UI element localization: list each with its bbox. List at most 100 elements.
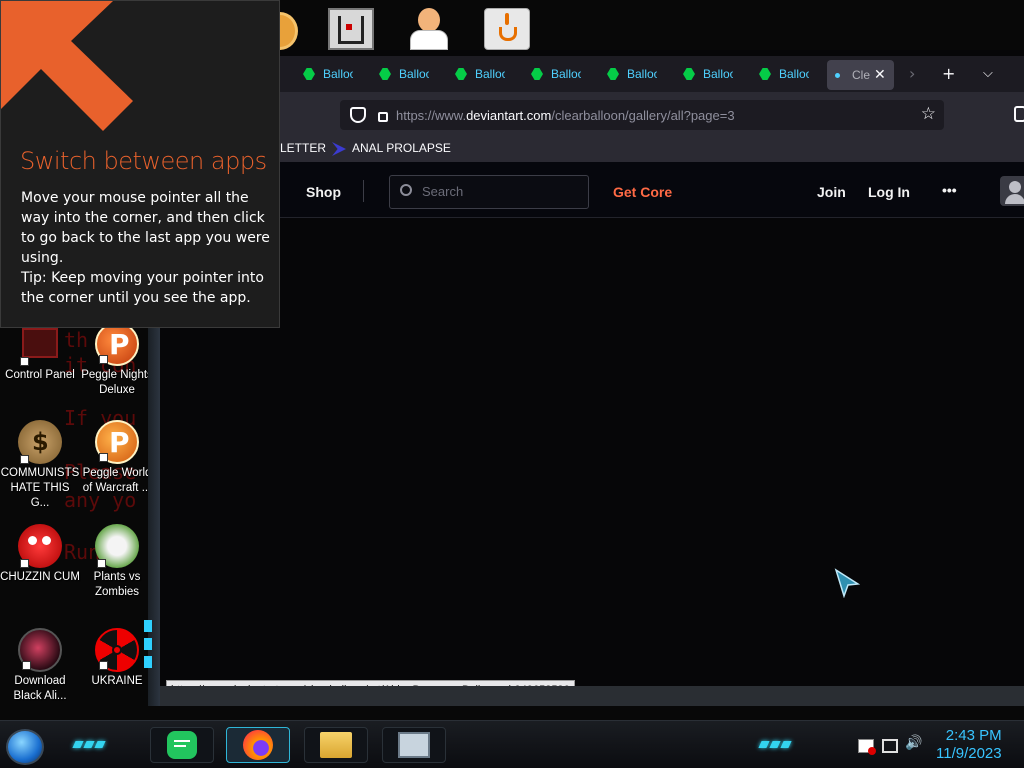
desktop-icon-peggle-nights[interactable]: P Peggle Nights Deluxe <box>77 322 157 398</box>
desktop-icon-label: COMMUNISTS HATE THIS G... <box>0 467 80 509</box>
java-icon[interactable] <box>484 8 530 50</box>
plants-vs-zombies-icon <box>95 524 139 568</box>
get-core-link[interactable]: Get Core <box>613 184 672 200</box>
tab-title: Balloo <box>323 67 353 81</box>
shop-link[interactable]: Shop <box>306 184 341 200</box>
new-tab-plus-icon[interactable]: + <box>942 64 955 83</box>
desktop-icon-black-ali[interactable]: Download Black Ali... <box>0 628 80 704</box>
deviantart-favicon-icon <box>531 68 543 80</box>
tab[interactable]: Balloo <box>759 62 809 86</box>
desktop-icon-label: UKRAINE <box>91 675 143 687</box>
tab-bar: Balloo Balloo Balloo Balloo Balloo Ballo… <box>160 56 1024 92</box>
tab-title: Clear <box>852 68 870 82</box>
start-orb-icon[interactable] <box>6 729 44 765</box>
bookmark-item[interactable]: ANAL PROLAPSE <box>352 141 451 155</box>
taskbar-app-task-manager[interactable] <box>382 727 446 763</box>
window-frame-left <box>144 320 160 706</box>
search-input[interactable]: Search <box>389 175 589 209</box>
tab-title: Balloo <box>779 67 809 81</box>
deviantart-favicon-icon <box>683 68 695 80</box>
control-panel-icon <box>18 322 62 366</box>
mouse-cursor-icon <box>834 568 861 599</box>
taskbar-clock[interactable]: 2:43 PM 11/9/2023 <box>936 727 1002 763</box>
black-orb-icon <box>18 628 62 672</box>
avatar[interactable] <box>1000 176 1024 206</box>
tab-title: Balloo <box>627 67 657 81</box>
clock-date: 11/9/2023 <box>936 745 1002 762</box>
tab[interactable]: Balloo <box>607 62 657 86</box>
clock-time: 2:43 PM <box>945 727 1002 744</box>
bookmark-letter[interactable]: LETTER <box>280 141 326 155</box>
task-manager-icon <box>398 732 430 758</box>
loading-dot-icon <box>835 72 840 78</box>
charm-tip-text: Move your mouse pointer all the way into… <box>21 190 270 266</box>
bookmark-folder-icon <box>332 142 346 156</box>
desktop-icon-label: Control Panel <box>5 369 75 381</box>
url-bar[interactable]: https://www.deviantart.com/clearballoon/… <box>340 100 944 130</box>
network-icon[interactable] <box>882 739 898 753</box>
taskbar-app-messages[interactable] <box>150 727 214 763</box>
volume-icon[interactable]: 🔊 <box>905 735 922 751</box>
taskbar-app-firefox[interactable] <box>226 727 290 763</box>
charm-tip-body: Move your mouse pointer all the way into… <box>21 188 271 308</box>
tab-title: Balloo <box>399 67 429 81</box>
desktop-icon-label: Download Black Ali... <box>13 675 67 702</box>
bookmark-star-icon[interactable]: ☆ <box>921 104 936 124</box>
charm-tip-hint: Tip: Keep moving your pointer into the c… <box>21 270 264 306</box>
tab[interactable]: Balloo <box>379 62 429 86</box>
doctor-icon[interactable] <box>408 8 448 50</box>
chevron-down-icon[interactable]: ⌵ <box>983 66 993 81</box>
deviantart-favicon-icon <box>379 68 391 80</box>
tab[interactable]: Balloo <box>303 62 353 86</box>
radiation-icon <box>95 628 139 672</box>
charm-tip-title: Switch between apps <box>20 147 267 175</box>
action-center-flag-icon[interactable] <box>858 739 876 755</box>
tab-active[interactable]: Clear ✕ <box>827 60 894 90</box>
chevron-right-icon[interactable]: › <box>909 64 915 83</box>
desktop-icon-label: Peggle Nights Deluxe <box>81 369 153 396</box>
taskbar-decor-left <box>72 741 106 748</box>
deviantart-favicon-icon <box>303 68 315 80</box>
desktop-icon-label: Plants vs Zombies <box>93 571 141 598</box>
pocket-icon[interactable] <box>1014 106 1024 122</box>
tab-title: Balloo <box>475 67 505 81</box>
url-text[interactable]: https://www.deviantart.com/clearballoon/… <box>396 108 735 123</box>
navigation-toolbar: https://www.deviantart.com/clearballoon/… <box>160 92 1024 136</box>
desktop-icon-control-panel[interactable]: Control Panel <box>0 322 80 383</box>
shield-icon[interactable] <box>350 107 366 123</box>
tab[interactable]: Balloo <box>683 62 733 86</box>
join-link[interactable]: Join <box>817 184 846 200</box>
deviantart-favicon-icon <box>455 68 467 80</box>
deviantart-header: Shop Search Get Core Join Log In ••• <box>160 162 1024 218</box>
peggle-icon: P <box>95 322 139 366</box>
tab[interactable]: Balloo <box>455 62 505 86</box>
tab-title: Balloo <box>703 67 733 81</box>
taskbar: 🔊 2:43 PM 11/9/2023 <box>0 720 1024 768</box>
desktop-icon-communists[interactable]: $ COMMUNISTS HATE THIS G... <box>0 420 80 511</box>
corner-arrow-icon <box>1 1 141 136</box>
login-link[interactable]: Log In <box>868 184 910 200</box>
money-bag-icon: $ <box>18 420 62 464</box>
taskbar-app-explorer[interactable] <box>304 727 368 763</box>
desktop-icon-peggle-wow[interactable]: P Peggle World of Warcraft ... <box>77 420 157 496</box>
tab[interactable]: Balloo <box>531 62 581 86</box>
search-icon <box>400 184 412 196</box>
peggle-icon: P <box>95 420 139 464</box>
chuzzle-icon <box>18 524 62 568</box>
file-explorer-icon <box>320 732 352 758</box>
desktop-icon-label: CHUZZIN CUM <box>0 571 80 583</box>
more-menu-icon[interactable]: ••• <box>942 182 957 198</box>
bookmarks-toolbar: LETTER ANAL PROLAPSE <box>160 136 1024 162</box>
horizontal-scrollbar[interactable] <box>160 686 1024 706</box>
lock-icon[interactable] <box>378 112 388 122</box>
firefox-icon <box>243 730 273 760</box>
maze-game-icon[interactable] <box>328 8 374 50</box>
search-placeholder: Search <box>422 184 464 199</box>
deviantart-favicon-icon <box>607 68 619 80</box>
desktop-icon-chuzzle[interactable]: CHUZZIN CUM <box>0 524 80 585</box>
desktop-icon-pvz[interactable]: Plants vs Zombies <box>77 524 157 600</box>
desktop-icon-label: Peggle World of Warcraft ... <box>82 467 152 494</box>
messages-icon <box>167 731 197 759</box>
divider <box>363 180 364 202</box>
close-tab-icon[interactable]: ✕ <box>874 67 886 83</box>
